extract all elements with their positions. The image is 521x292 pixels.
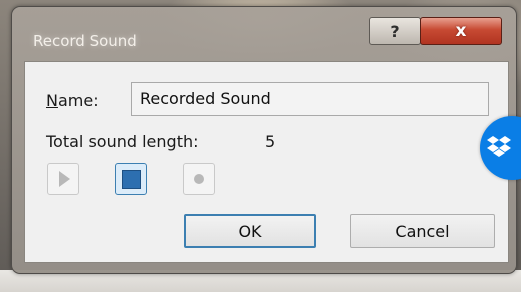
total-sound-length-label: Total sound length: bbox=[46, 132, 199, 151]
name-label-mnemonic: N bbox=[46, 91, 58, 110]
name-label-text: ame: bbox=[57, 91, 99, 110]
name-label: Name: bbox=[46, 91, 99, 110]
dialog-content: Name: Recorded Sound Total sound length:… bbox=[24, 61, 509, 263]
close-icon: x bbox=[455, 21, 467, 41]
play-button[interactable] bbox=[47, 163, 79, 195]
record-button[interactable] bbox=[183, 163, 215, 195]
play-icon bbox=[59, 171, 70, 187]
stop-button[interactable] bbox=[115, 163, 147, 195]
stop-icon bbox=[121, 169, 141, 189]
total-sound-length-value: 5 bbox=[265, 132, 276, 151]
help-button[interactable]: ? bbox=[369, 17, 421, 45]
close-button[interactable]: x bbox=[420, 17, 502, 45]
record-icon bbox=[194, 174, 204, 184]
cancel-button[interactable]: Cancel bbox=[350, 214, 495, 248]
name-input[interactable]: Recorded Sound bbox=[131, 82, 489, 116]
dialog-title: Record Sound bbox=[33, 32, 137, 50]
help-icon: ? bbox=[390, 21, 400, 41]
dropbox-icon bbox=[487, 136, 511, 157]
ok-button[interactable]: OK bbox=[184, 214, 316, 248]
